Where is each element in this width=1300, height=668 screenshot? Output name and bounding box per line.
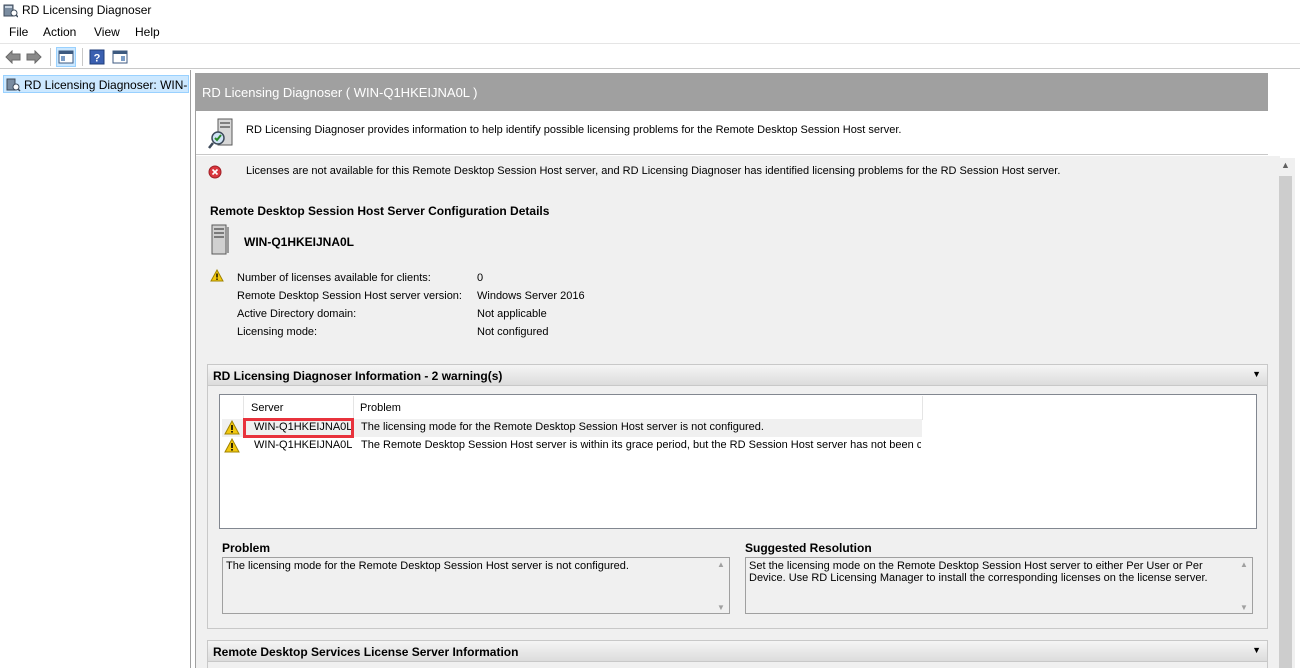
problem-label: Problem	[222, 541, 271, 555]
textbox-scrollbar[interactable]: ▲ ▼	[714, 559, 728, 613]
license-server-header[interactable]: Remote Desktop Services License Server I…	[208, 641, 1267, 662]
server-icon	[210, 224, 230, 259]
content-scrollbar[interactable]: ▲	[1278, 158, 1295, 668]
detail-label: Licensing mode:	[237, 326, 318, 338]
back-icon[interactable]	[3, 47, 23, 67]
diagnoser-info-group: RD Licensing Diagnoser Information - 2 w…	[207, 364, 1268, 629]
forward-icon[interactable]	[24, 47, 44, 67]
detail-label: Number of licenses available for clients…	[237, 272, 431, 284]
main-pane: RD Licensing Diagnoser ( WIN-Q1HKEIJNA0L…	[195, 73, 1300, 668]
problem-textbox[interactable]: The licensing mode for the Remote Deskto…	[222, 557, 730, 614]
server-diagnose-icon	[208, 118, 238, 153]
scroll-up-icon[interactable]: ▲	[1281, 160, 1290, 170]
menu-action[interactable]: Action	[43, 25, 76, 39]
list-header: Server Problem	[243, 396, 923, 420]
main-header: RD Licensing Diagnoser ( WIN-Q1HKEIJNA0L…	[196, 73, 1268, 111]
license-server-group: Remote Desktop Services License Server I…	[207, 640, 1268, 668]
highlight-box	[243, 418, 354, 438]
window-title: RD Licensing Diagnoser	[22, 3, 152, 17]
menu-help[interactable]: Help	[135, 25, 160, 39]
scroll-thumb[interactable]	[1279, 176, 1292, 668]
title-bar: RD Licensing Diagnoser	[0, 0, 1300, 21]
warning-icon	[224, 437, 240, 456]
textbox-scrollbar[interactable]: ▲ ▼	[1237, 559, 1251, 613]
menu-bar: File Action View Help	[0, 22, 1300, 42]
warnings-list[interactable]: Server Problem WIN-Q1HKEIJNA0L The licen…	[219, 394, 1257, 529]
menu-file[interactable]: File	[9, 25, 28, 39]
help-icon[interactable]: ?	[87, 47, 107, 67]
app-icon	[3, 3, 19, 18]
resolution-label: Suggested Resolution	[745, 541, 872, 555]
diagnoser-info-header[interactable]: RD Licensing Diagnoser Information - 2 w…	[208, 365, 1267, 386]
action-pane-icon[interactable]	[110, 47, 130, 67]
svg-text:?: ?	[94, 53, 101, 65]
tree-item-label: RD Licensing Diagnoser: WIN-Q1HKEIJNA0L	[24, 78, 188, 92]
menu-view[interactable]: View	[94, 25, 120, 39]
resolution-text: Set the licensing mode on the Remote Des…	[749, 560, 1208, 584]
error-line: Licenses are not available for this Remo…	[208, 165, 1060, 182]
warning-icon	[224, 419, 240, 438]
detail-value: Not applicable	[477, 308, 547, 320]
server-name: WIN-Q1HKEIJNA0L	[244, 235, 355, 249]
description-bar: RD Licensing Diagnoser provides informat…	[196, 112, 1268, 155]
row-problem: The Remote Desktop Session Host server i…	[361, 439, 921, 451]
detail-label: Remote Desktop Session Host server versi…	[237, 290, 462, 302]
server-row: WIN-Q1HKEIJNA0L	[210, 224, 354, 259]
column-problem[interactable]: Problem	[360, 402, 401, 414]
resolution-textbox[interactable]: Set the licensing mode on the Remote Des…	[745, 557, 1253, 614]
row-server: WIN-Q1HKEIJNA0L	[254, 439, 353, 451]
console-tree: RD Licensing Diagnoser: WIN-Q1HKEIJNA0L	[0, 70, 191, 668]
show-hide-console-tree-icon[interactable]	[56, 47, 76, 67]
main-header-title: RD Licensing Diagnoser ( WIN-Q1HKEIJNA0L…	[202, 85, 478, 100]
problem-text: The licensing mode for the Remote Deskto…	[226, 560, 629, 572]
config-section-title: Remote Desktop Session Host Server Confi…	[210, 204, 550, 218]
detail-label: Active Directory domain:	[237, 308, 357, 320]
error-icon	[208, 165, 222, 182]
content-area: Licenses are not available for this Remo…	[196, 156, 1280, 668]
collapse-chevron-icon[interactable]: ▼	[1252, 645, 1261, 655]
warning-icon	[210, 268, 224, 285]
description-text: RD Licensing Diagnoser provides informat…	[246, 124, 902, 136]
collapse-chevron-icon[interactable]: ▼	[1252, 369, 1261, 379]
column-server[interactable]: Server	[251, 402, 283, 414]
toolbar: ?	[0, 43, 1300, 69]
detail-value: Not configured	[477, 326, 549, 338]
detail-value: 0	[477, 272, 484, 284]
license-server-title: Remote Desktop Services License Server I…	[213, 645, 519, 659]
diagnoser-icon	[6, 78, 21, 92]
tree-item-root[interactable]: RD Licensing Diagnoser: WIN-Q1HKEIJNA0L	[3, 75, 189, 93]
detail-value: Windows Server 2016	[477, 290, 585, 302]
row-problem: The licensing mode for the Remote Deskto…	[361, 421, 764, 433]
error-message: Licenses are not available for this Remo…	[246, 165, 1061, 177]
diagnoser-info-title: RD Licensing Diagnoser Information - 2 w…	[213, 369, 503, 383]
list-item[interactable]: WIN-Q1HKEIJNA0L The Remote Desktop Sessi…	[222, 437, 922, 455]
